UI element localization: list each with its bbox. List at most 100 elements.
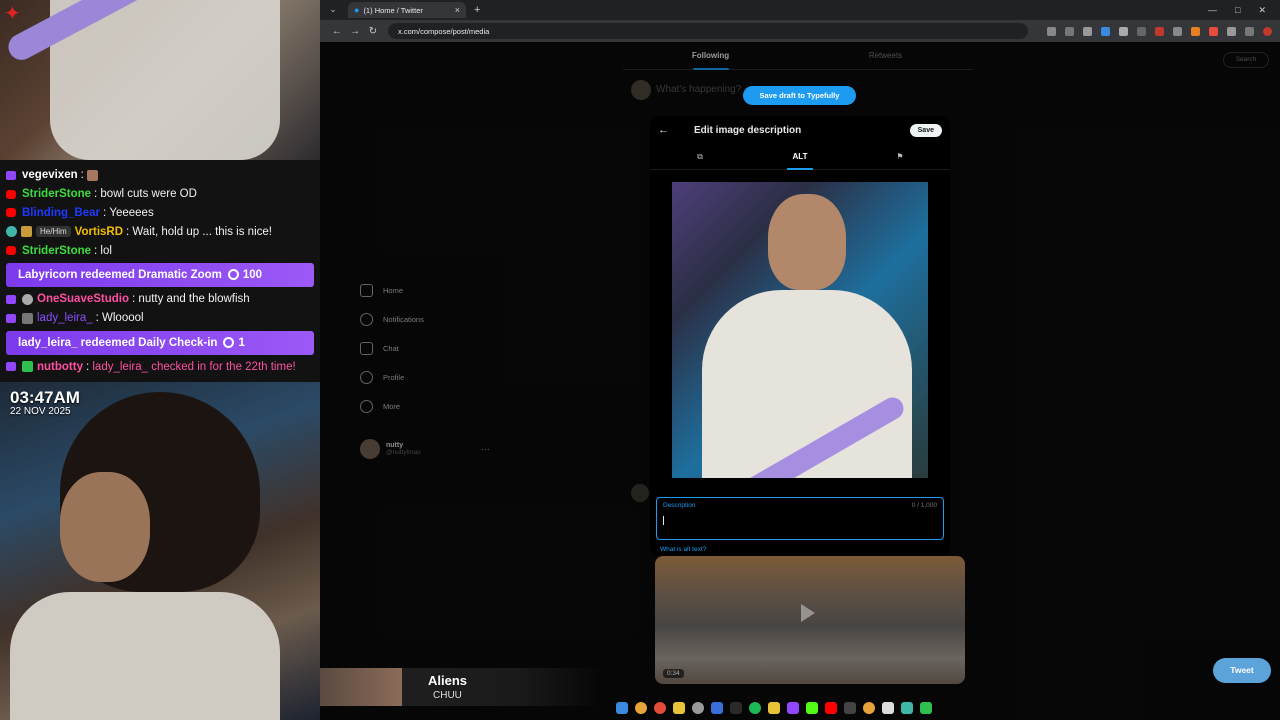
back-arrow-icon[interactable]: ← [658, 124, 678, 136]
extension-icon[interactable] [1191, 26, 1200, 36]
description-field[interactable]: Description 0 / 1,000 [656, 497, 944, 540]
url-text: x.com/compose/post/media [398, 26, 490, 36]
tab-title: (1) Home / Twitter [363, 5, 423, 15]
app-icon[interactable] [711, 702, 723, 714]
image-person-head [768, 194, 846, 290]
modal-header: ← Edit image description Save [650, 116, 950, 144]
avatar[interactable] [1263, 26, 1272, 36]
close-tab-icon[interactable]: × [455, 5, 460, 15]
redeem-banner: lady_leira_ redeemed Daily Check-in 1 [6, 330, 314, 355]
notes-icon[interactable] [768, 702, 780, 714]
app-icon[interactable] [730, 702, 742, 714]
chat-message: OneSuaveStudio : nutty and the blowfish [6, 290, 314, 309]
close-window-icon[interactable]: ✕ [1258, 5, 1266, 16]
app-icon[interactable] [882, 702, 894, 714]
redeem-cost: 1 [238, 336, 245, 349]
chrome-icon[interactable] [635, 702, 647, 714]
chrome-icon[interactable] [863, 702, 875, 714]
address-bar[interactable]: x.com/compose/post/media [388, 23, 1028, 39]
redeem-banner: Labyricorn redeemed Dramatic Zoom 100 [6, 262, 314, 287]
youtube-icon [6, 246, 16, 256]
twitch-icon [6, 313, 16, 323]
badge-icon [22, 312, 33, 324]
webcam-bottom [0, 382, 320, 720]
chat-username: VortisRD [74, 225, 124, 238]
chat-text: Wlooool [102, 312, 144, 325]
stream-logo-icon: ✦ [4, 3, 21, 25]
tab-alt[interactable]: ALT [750, 152, 850, 170]
tab-flag[interactable]: ⚑ [850, 152, 950, 161]
maximize-icon[interactable]: □ [1235, 5, 1240, 16]
twitch-icon[interactable] [787, 702, 799, 714]
twitch-icon [6, 294, 16, 304]
crop-icon: ⧉ [697, 151, 703, 161]
app-icon[interactable] [844, 702, 856, 714]
chrome-icon[interactable] [654, 702, 666, 714]
app-icon[interactable] [920, 702, 932, 714]
browser-window: ⌄ ● (1) Home / Twitter × + — □ ✕ ← → ↻ x… [320, 0, 1280, 720]
browser-tab[interactable]: ● (1) Home / Twitter × [348, 2, 466, 18]
reload-icon[interactable]: ↻ [364, 26, 382, 37]
twitter-page: Following Retweets Search What's happeni… [320, 42, 1280, 720]
extension-icon[interactable] [1155, 26, 1164, 36]
extension-icon[interactable] [1137, 26, 1146, 36]
folder-icon[interactable] [673, 702, 685, 714]
channel-points-icon [223, 337, 235, 349]
eye-off-icon[interactable] [1065, 26, 1074, 36]
now-playing: Aliens CHUU [320, 668, 602, 706]
address-toolbar: ← → ↻ x.com/compose/post/media [320, 20, 1280, 42]
star-icon[interactable] [1083, 26, 1092, 36]
chat-username: Blinding_Bear [22, 206, 100, 219]
song-artist: CHUU [433, 690, 462, 701]
extensions-bar [1047, 26, 1272, 36]
kick-icon[interactable] [806, 702, 818, 714]
modal-title: Edit image description [694, 124, 802, 136]
menu-icon[interactable] [1245, 26, 1254, 36]
app-icon[interactable] [901, 702, 913, 714]
forward-icon[interactable]: → [346, 26, 364, 37]
emote-icon [87, 169, 99, 181]
twitter-bird-icon: ● [354, 5, 360, 15]
tweet-button[interactable]: Tweet [1213, 658, 1271, 683]
extension-icon[interactable] [1173, 26, 1182, 36]
chat-username: nutbotty [37, 360, 83, 373]
save-button[interactable]: Save [909, 123, 942, 137]
window-controls: — □ ✕ [1208, 5, 1280, 16]
channel-points-icon [227, 269, 239, 281]
youtube-icon [6, 189, 16, 199]
alt-text-help-link[interactable]: What is alt text? [660, 546, 706, 553]
chat-username: vegevixen [22, 169, 78, 182]
extension-icon[interactable] [1209, 26, 1218, 36]
tab-search-icon[interactable]: ⌄ [326, 4, 340, 16]
cast-icon[interactable] [1047, 26, 1056, 36]
youtube-icon[interactable] [825, 702, 837, 714]
back-icon[interactable]: ← [328, 26, 346, 37]
windows-start-icon[interactable] [616, 702, 628, 714]
chat-username: StriderStone [22, 188, 92, 201]
puzzle-icon[interactable] [1227, 26, 1236, 36]
minimize-icon[interactable]: — [1208, 5, 1217, 16]
tab-crop[interactable]: ⧉ [650, 152, 750, 162]
chat-username: OneSuaveStudio [37, 293, 130, 306]
song-title: Aliens [428, 673, 468, 688]
spotify-icon[interactable] [749, 702, 761, 714]
chat-username: lady_leira_ [37, 312, 93, 325]
chat-username: StriderStone [22, 244, 92, 257]
twitch-icon [6, 362, 16, 372]
twitch-icon [6, 170, 16, 180]
bot-badge-icon [22, 361, 33, 373]
save-draft-typefully-button[interactable]: Save draft to Typefully [743, 86, 856, 105]
new-tab-icon[interactable]: + [474, 4, 480, 16]
extension-icon[interactable] [1119, 26, 1128, 36]
redeem-text: Labyricorn redeemed Dramatic Zoom [18, 268, 222, 281]
chat-message: He/Him VortisRD : Wait, hold up ... this… [6, 222, 314, 241]
chat-message: lady_leira_ : Wlooool [6, 309, 314, 328]
taskbar [616, 700, 932, 716]
extension-icon[interactable] [1101, 26, 1110, 36]
chat-message: vegevixen : [6, 166, 314, 185]
edit-image-description-dialog: ← Edit image description Save ⧉ ALT ⚑ De… [650, 116, 950, 556]
album-art [320, 668, 402, 706]
webcam-top: ✦ [0, 0, 320, 160]
chat-text: bowl cuts were OD [100, 188, 197, 201]
settings-icon[interactable] [692, 702, 704, 714]
